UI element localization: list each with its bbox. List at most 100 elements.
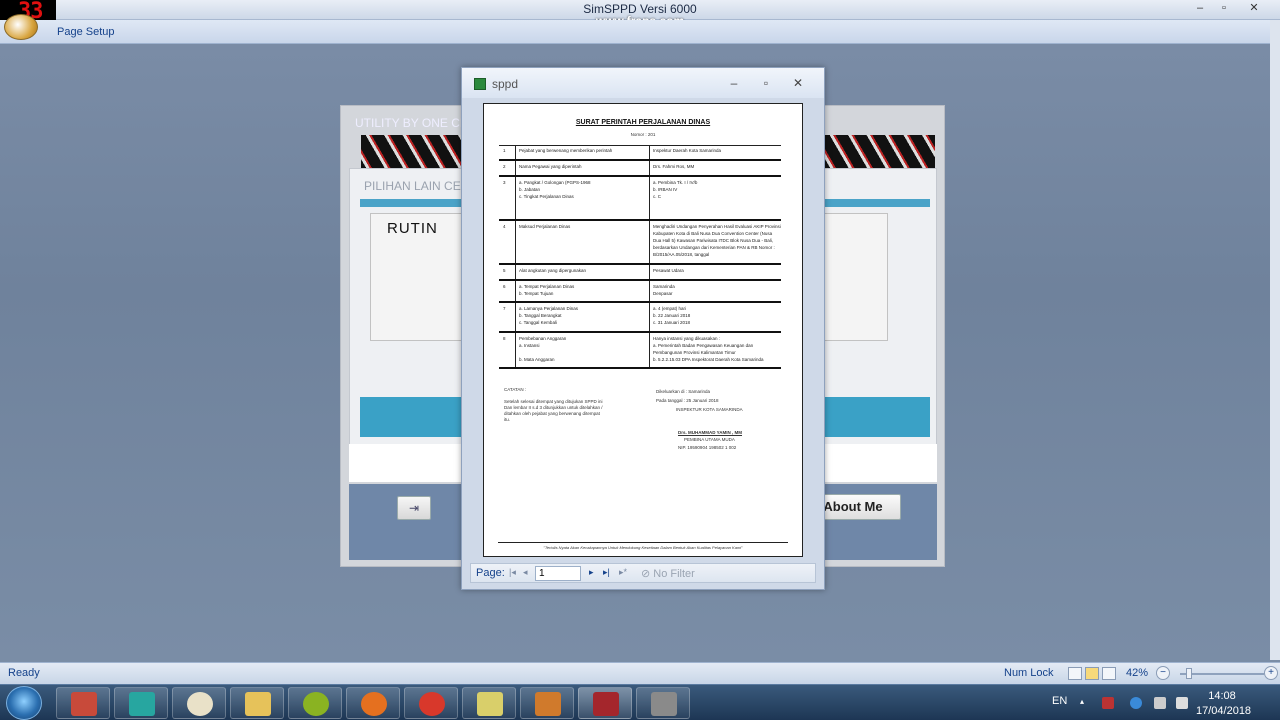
- row-number: 6: [503, 284, 506, 289]
- tools-icon: [535, 692, 561, 716]
- row-label: Alat angkutan yang dipergunakan: [519, 268, 587, 273]
- network-tray-icon[interactable]: [1176, 697, 1188, 709]
- status-text: Ready: [8, 667, 40, 679]
- document-notes: CATATAN : Setelah selesai ditempat yang …: [504, 387, 603, 422]
- volume-icon[interactable]: [1154, 697, 1166, 709]
- document-footer: "Tertulis Nyata Akan Kecakapannya Untuk …: [543, 545, 743, 550]
- banner-right-image: [825, 135, 935, 171]
- signer-nip: NIP. 19590904 198502 1 002: [678, 445, 737, 450]
- document-number: Nomor : 201: [630, 132, 656, 137]
- row-value: Pesawat Udara: [653, 268, 684, 273]
- first-page-icon[interactable]: |◂: [509, 567, 516, 578]
- zoom-slider-thumb[interactable]: [1186, 668, 1192, 679]
- row-number: 2: [503, 164, 506, 169]
- print-preview-view-icon[interactable]: [1068, 667, 1082, 680]
- office-button-icon[interactable]: [4, 14, 38, 40]
- new-page-icon[interactable]: ▸*: [619, 567, 627, 578]
- start-button-icon[interactable]: [6, 686, 42, 720]
- prev-page-icon[interactable]: ◂: [523, 567, 528, 578]
- clock-date[interactable]: 17/04/2018: [1196, 705, 1251, 717]
- folder-icon: [245, 692, 271, 716]
- column-divider: [515, 281, 516, 301]
- signer-name: Drs. MUHAMMAD YAMIN , MM: [678, 430, 743, 435]
- show-hidden-icons-icon[interactable]: ▴: [1080, 697, 1088, 709]
- footer-line: [498, 542, 788, 543]
- door-exit-icon: ⇥: [408, 501, 420, 515]
- row-label: Pembebanan Anggaran a. Instansi b. Mata …: [519, 336, 567, 362]
- no-filter-button[interactable]: ⊘ No Filter: [641, 567, 695, 580]
- column-divider: [515, 161, 516, 175]
- close-button[interactable]: ✕: [1242, 1, 1266, 15]
- row-value: Menghadiri Undangan Penyerahan Hasil Eva…: [653, 224, 781, 257]
- report-icon: [474, 78, 486, 90]
- signer-org: INSPEKTUR KOTA SAMARINDA: [676, 407, 743, 412]
- taskbar-app-network[interactable]: [114, 687, 168, 719]
- minimize-button[interactable]: –: [1188, 1, 1212, 15]
- last-page-icon[interactable]: ▸|: [603, 567, 610, 578]
- restore-button[interactable]: ▫: [1212, 1, 1236, 15]
- taskbar-app-clock[interactable]: [172, 687, 226, 719]
- language-indicator[interactable]: EN: [1052, 695, 1067, 707]
- taskbar-app-chrome[interactable]: [404, 687, 458, 719]
- taskbar-app-explorer[interactable]: [230, 687, 284, 719]
- row-label: Pejabat yang berwenang memberikan perint…: [519, 148, 613, 153]
- signature-block: Dikeluarkan di : Samarinda Pada tanggal …: [656, 387, 776, 453]
- tray-app-icon[interactable]: [1102, 697, 1114, 709]
- zoom-out-button[interactable]: −: [1156, 666, 1170, 680]
- report-minimize-button[interactable]: –: [724, 75, 744, 91]
- firefox-icon: [361, 692, 387, 716]
- design-view-icon[interactable]: [1102, 667, 1116, 680]
- report-close-button[interactable]: ✕: [788, 75, 808, 91]
- column-divider: [649, 281, 650, 301]
- network-icon: [129, 692, 155, 716]
- row-label: a. Pangkat / Golongan (PGPS-1968 b. Jaba…: [519, 180, 591, 199]
- print-options-title: PILIHAN LAIN CETA: [364, 179, 476, 193]
- column-divider: [649, 145, 650, 159]
- taskbar-app-tools[interactable]: [520, 687, 574, 719]
- row-value: Hanya instansi yang dikuasakan : a. Peme…: [653, 336, 764, 362]
- column-divider: [515, 303, 516, 331]
- page-label: Page:: [476, 567, 505, 579]
- row-value: Inspektur Daerah Kota Samarinda: [653, 148, 722, 153]
- tray-sync-icon[interactable]: [1130, 697, 1142, 709]
- row-value: Samarinda Denpasar: [653, 284, 675, 296]
- report-page: SURAT PERINTAH PERJALANAN DINAS Nomor : …: [483, 103, 803, 557]
- next-page-icon[interactable]: ▸: [589, 567, 594, 578]
- row-value: a. Pembina Tk. I / IV/b b. IRBAN IV c. C: [653, 180, 698, 199]
- row-value: a. 4 (empat) hari b. 22 Januari 2018 c. …: [653, 306, 691, 325]
- exit-button[interactable]: ⇥: [397, 496, 431, 520]
- column-divider: [649, 161, 650, 175]
- row-number: 7: [503, 306, 506, 311]
- chrome-icon: [419, 692, 445, 716]
- title-bar: SimSPPD Versi 6000 www.fraps.com – ▫ ✕: [0, 0, 1280, 28]
- taskbar: EN ▴ 14:08 17/04/2018: [0, 684, 1280, 720]
- issued-at: Dikeluarkan di : Samarinda: [656, 389, 711, 394]
- document-table: 1 Pejabat yang berwenang memberikan perin…: [499, 145, 781, 369]
- tab-page-setup[interactable]: Page Setup: [57, 26, 115, 38]
- taskbar-app-files[interactable]: [462, 687, 516, 719]
- column-divider: [649, 303, 650, 331]
- page-number-input[interactable]: 1: [535, 566, 581, 581]
- table-row: 1 Pejabat yang berwenang memberikan perin…: [499, 145, 781, 161]
- table-row: 5 Alat angkutan yang dipergunakan Pesawat …: [499, 265, 781, 281]
- taskbar-app-fraps[interactable]: [636, 687, 690, 719]
- row-label: Maksud Perjalanan Dinas: [519, 224, 571, 229]
- row-number: 3: [503, 180, 506, 185]
- rutin-option[interactable]: RUTIN: [370, 213, 470, 341]
- row-label: Nama Pegawai yang diperintah: [519, 164, 582, 169]
- clock-time[interactable]: 14:08: [1196, 690, 1248, 702]
- report-maximize-button[interactable]: ▫: [756, 75, 776, 91]
- row-label: a. Tempat Perjalanan Dinas b. Tempat Tuj…: [519, 284, 575, 296]
- zoom-slider[interactable]: [1180, 673, 1264, 675]
- layout-view-icon[interactable]: [1085, 667, 1099, 680]
- files-icon: [477, 692, 503, 716]
- cube-icon: [71, 692, 97, 716]
- taskbar-app-utility[interactable]: [288, 687, 342, 719]
- taskbar-app-access[interactable]: [578, 687, 632, 719]
- no-filter-label: No Filter: [653, 568, 695, 580]
- zoom-in-button[interactable]: +: [1264, 666, 1278, 680]
- taskbar-app-cube[interactable]: [56, 687, 110, 719]
- taskbar-app-firefox[interactable]: [346, 687, 400, 719]
- vertical-scrollbar[interactable]: [1270, 20, 1280, 660]
- column-divider: [515, 221, 516, 263]
